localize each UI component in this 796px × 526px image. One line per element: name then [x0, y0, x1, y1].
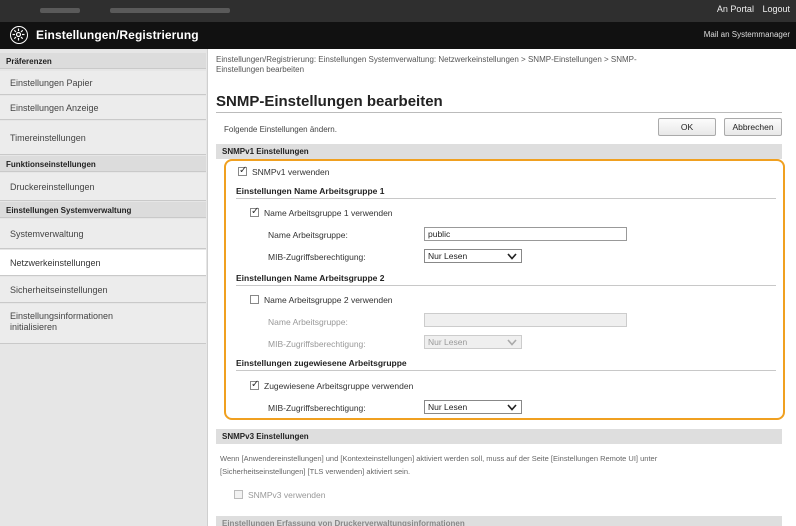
sidebar-item-printer[interactable]: Druckereinstellungen [0, 173, 206, 201]
snmpv1-use-row: SNMPv1 verwenden [238, 165, 330, 177]
community1-use-checkbox[interactable] [250, 206, 259, 217]
sidebar-head-functions: Funktionseinstellungen [0, 156, 206, 172]
sidebar-head-preferences: Präferenzen [0, 53, 206, 69]
ok-button[interactable]: OK [658, 118, 716, 136]
sidebar-item-label: Systemverwaltung [10, 229, 84, 239]
snmpv3-section-header: SNMPv3 Einstellungen [216, 429, 782, 444]
sidebar-item-label-line2: initialisieren [10, 322, 58, 332]
sidebar-item-label: Einstellungen Papier [10, 78, 93, 88]
dedicated-use-row: Zugewiesene Arbeitsgruppe verwenden [250, 379, 414, 391]
community2-mib-label: MIB-Zugriffsberechtigung: [268, 339, 366, 349]
community1-heading: Einstellungen Name Arbeitsgruppe 1 [236, 186, 776, 199]
community1-mib-value: Nur Lesen [428, 251, 468, 261]
blurred-device-name [40, 8, 80, 13]
snmpv1-use-label: SNMPv1 verwenden [252, 167, 330, 177]
sidebar-item-label: Druckereinstellungen [10, 182, 95, 192]
community2-name-label: Name Arbeitsgruppe: [268, 317, 348, 327]
breadcrumb-line-1: Einstellungen/Registrierung: Einstellung… [216, 55, 637, 64]
community2-use-row: Name Arbeitsgruppe 2 verwenden [250, 295, 393, 305]
dedicated-mib-value: Nur Lesen [428, 402, 468, 412]
mail-to-admin-link[interactable]: Mail an Systemmanager [704, 30, 790, 39]
instruction-text: Folgende Einstellungen ändern. [224, 125, 337, 134]
snmpv3-use-checkbox[interactable] [234, 490, 243, 499]
community1-mib-select[interactable]: Nur Lesen [424, 249, 522, 263]
dedicated-mib-label: MIB-Zugriffsberechtigung: [268, 403, 366, 413]
portal-link[interactable]: An Portal [717, 4, 754, 14]
sidebar-item-network[interactable]: Netzwerkeinstellungen [0, 250, 206, 276]
sidebar-item-label: Netzwerkeinstellungen [10, 258, 101, 268]
community1-mib-label: MIB-Zugriffsberechtigung: [268, 252, 366, 262]
sidebar-item-security[interactable]: Sicherheitseinstellungen [0, 277, 206, 303]
header: Einstellungen/Registrierung Mail an Syst… [0, 22, 796, 49]
sidebar-item-paper[interactable]: Einstellungen Papier [0, 71, 206, 95]
snmpv3-use-row: SNMPv3 verwenden [234, 490, 325, 500]
breadcrumb-line-2: Einstellungen bearbeiten [216, 65, 305, 74]
sidebar: Präferenzen Einstellungen Papier Einstel… [0, 49, 208, 526]
sidebar-item-system-management[interactable]: Systemverwaltung [0, 219, 206, 249]
page-header-title: Einstellungen/Registrierung [36, 28, 199, 42]
community2-use-label: Name Arbeitsgruppe 2 verwenden [264, 295, 393, 305]
sidebar-item-display[interactable]: Einstellungen Anzeige [0, 96, 206, 120]
sidebar-head-system-management: Einstellungen Systemverwaltung [0, 202, 206, 218]
logout-link[interactable]: Logout [762, 4, 790, 14]
snmpv3-use-label: SNMPv3 verwenden [248, 490, 326, 500]
top-bar: An Portal Logout [0, 0, 796, 22]
community1-name-input[interactable]: public [424, 227, 627, 241]
top-links: An Portal Logout [711, 4, 790, 14]
blurred-device-info [110, 8, 230, 13]
snmpv1-use-checkbox[interactable] [238, 165, 247, 176]
dedicated-use-checkbox[interactable] [250, 379, 259, 390]
sidebar-item-label: Einstellungen Anzeige [10, 103, 99, 113]
page-title: SNMP-Einstellungen bearbeiten [216, 93, 443, 110]
next-section-header: Einstellungen Erfassung von Druckerverwa… [216, 516, 782, 526]
title-divider [216, 112, 782, 113]
snmpv1-section-header: SNMPv1 Einstellungen [216, 144, 782, 159]
dedicated-use-label: Zugewiesene Arbeitsgruppe verwenden [264, 381, 414, 391]
community2-mib-select[interactable]: Nur Lesen [424, 335, 522, 349]
sidebar-item-label: Sicherheitseinstellungen [10, 285, 108, 295]
community2-name-input[interactable] [424, 313, 627, 327]
community2-use-checkbox[interactable] [250, 295, 259, 304]
community2-mib-value: Nur Lesen [428, 337, 468, 347]
snmpv3-note-line-2: [Sicherheitseinstellungen] [TLS verwende… [220, 467, 411, 476]
sidebar-item-initialize[interactable]: Einstellungsinformationen initialisieren [0, 304, 206, 344]
sidebar-item-label: Einstellungsinformationen [10, 311, 114, 321]
snmpv3-note-line-1: Wenn [Anwendereinstellungen] und [Kontex… [220, 454, 658, 463]
dedicated-heading: Einstellungen zugewiesene Arbeitsgruppe [236, 358, 776, 371]
settings-gear-icon [10, 26, 28, 44]
sidebar-item-timer[interactable]: Timereinstellungen [0, 121, 206, 155]
chevron-down-icon [507, 253, 517, 260]
sidebar-item-label: Timereinstellungen [10, 133, 86, 143]
cancel-button[interactable]: Abbrechen [724, 118, 782, 136]
breadcrumb: Einstellungen/Registrierung: Einstellung… [216, 55, 776, 75]
chevron-down-icon [507, 404, 517, 411]
dedicated-mib-select[interactable]: Nur Lesen [424, 400, 522, 414]
community1-use-row: Name Arbeitsgruppe 1 verwenden [250, 206, 393, 218]
community1-use-label: Name Arbeitsgruppe 1 verwenden [264, 208, 393, 218]
snmpv3-note: Wenn [Anwendereinstellungen] und [Kontex… [220, 452, 780, 478]
community2-heading: Einstellungen Name Arbeitsgruppe 2 [236, 273, 776, 286]
chevron-down-icon [507, 339, 517, 346]
community1-name-label: Name Arbeitsgruppe: [268, 230, 348, 240]
